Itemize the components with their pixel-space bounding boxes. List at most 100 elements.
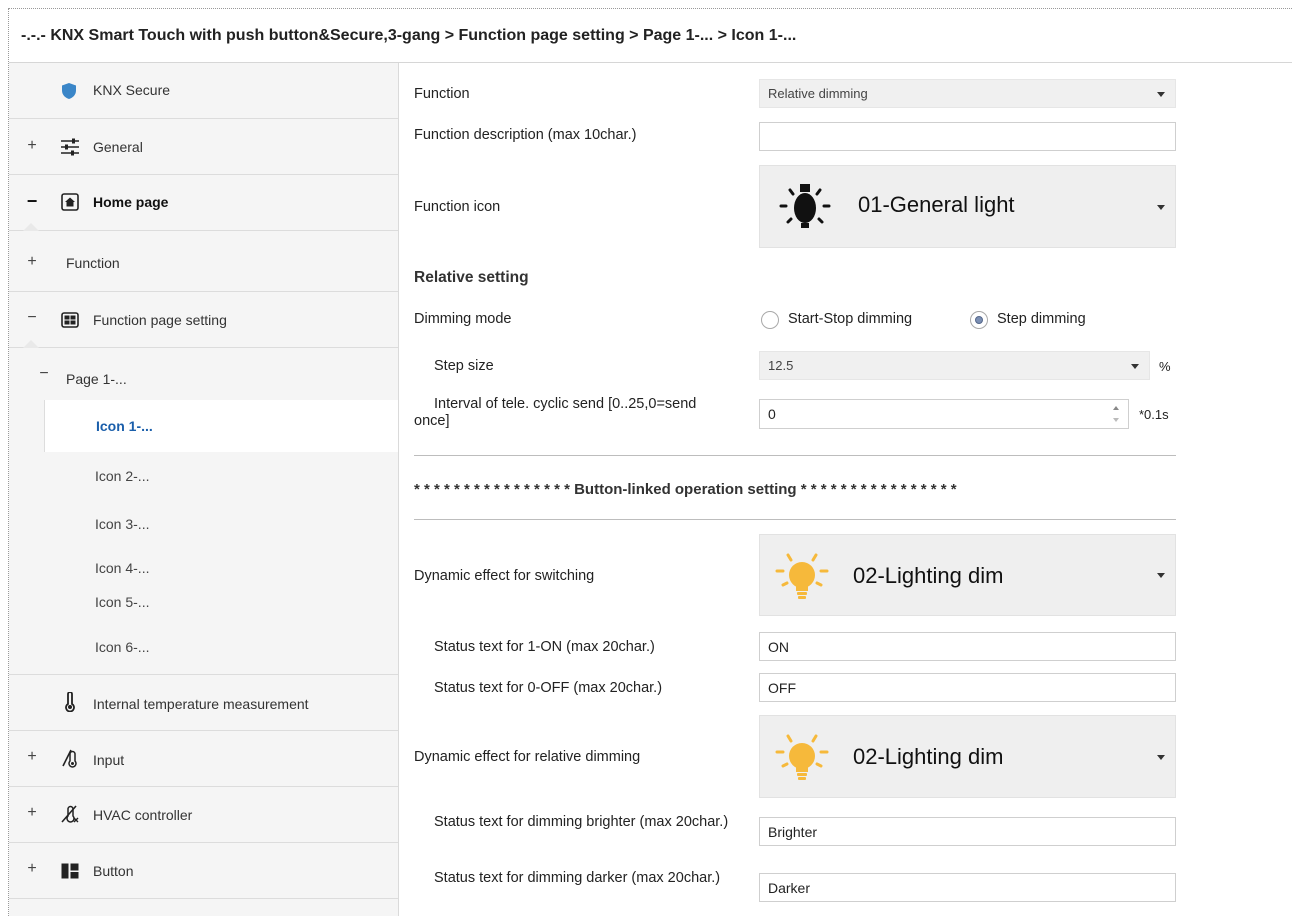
- sidebar-item-label: Home page: [93, 194, 169, 210]
- sidebar-item-label: Input: [93, 752, 125, 768]
- function-icon-dropdown[interactable]: 01-General light: [759, 165, 1176, 248]
- sidebar-item-label: General: [93, 139, 143, 155]
- sidebar-item-label: Icon 2-...: [95, 468, 150, 484]
- expand-toggle[interactable]: +: [25, 253, 39, 271]
- bulb-yellow-icon: [774, 730, 830, 787]
- status-on-label: Status text for 1-ON (max 20char.): [434, 639, 655, 655]
- interval-unit: *0.1s: [1139, 407, 1169, 422]
- collapse-toggle[interactable]: −: [25, 309, 39, 327]
- interval-value: 0: [768, 406, 776, 422]
- step-size-dropdown[interactable]: 12.5: [759, 351, 1150, 380]
- chevron-down-icon: [1157, 573, 1165, 578]
- bulb-yellow-icon: [774, 549, 830, 606]
- sidebar-item-knx-secure[interactable]: KNX Secure: [9, 63, 398, 119]
- chevron-down-icon: [1157, 204, 1165, 210]
- sidebar-item-home-page[interactable]: − Home page: [9, 175, 398, 231]
- status-off-value: OFF: [768, 679, 796, 696]
- sidebar-item-internal-temperature[interactable]: Internal temperature measurement: [9, 675, 398, 731]
- sidebar-item-function-page-setting[interactable]: − Function page setting: [9, 292, 398, 348]
- sidebar-item-icon-1[interactable]: Icon 1-...: [44, 400, 398, 452]
- sidebar-item-icon-6[interactable]: Icon 6-...: [9, 623, 398, 675]
- dynamic-dimming-dropdown[interactable]: 02-Lighting dim: [759, 715, 1176, 798]
- interval-spinbox[interactable]: 0: [759, 399, 1129, 429]
- status-on-input[interactable]: ON: [759, 632, 1176, 661]
- interval-label: Interval of tele. cyclic send [0..25,0=s…: [414, 396, 697, 429]
- sidebar-item-label: HVAC controller: [93, 807, 193, 823]
- start-stop-dimming-radio[interactable]: [761, 311, 779, 329]
- step-size-label: Step size: [434, 358, 494, 374]
- sidebar-item-label: Button: [93, 863, 134, 879]
- home-icon: [60, 192, 80, 212]
- sidebar-item-label: Icon 3-...: [95, 516, 150, 532]
- dynamic-switching-label: Dynamic effect for switching: [414, 568, 595, 584]
- step-dimming-radio[interactable]: [970, 311, 988, 329]
- expand-toggle[interactable]: +: [25, 860, 39, 878]
- sidebar-item-icon-2[interactable]: Icon 2-...: [9, 452, 398, 504]
- status-off-label: Status text for 0-OFF (max 20char.): [434, 680, 663, 696]
- sidebar-tree: KNX Secure + General − Home page + Funct…: [9, 63, 399, 916]
- dynamic-switching-dropdown[interactable]: 02-Lighting dim: [759, 534, 1176, 616]
- sidebar-item-label: Function: [66, 255, 120, 271]
- function-dropdown[interactable]: Relative dimming: [759, 79, 1176, 108]
- button-icon: [60, 861, 80, 881]
- sidebar-item-label: Function page setting: [93, 312, 227, 328]
- chevron-down-icon: [1157, 754, 1165, 760]
- shield-icon: [59, 81, 79, 101]
- status-brighter-value: Brighter: [768, 823, 818, 840]
- hvac-icon: [60, 804, 80, 824]
- expand-toggle[interactable]: +: [25, 748, 39, 766]
- tree-notch: [23, 223, 39, 231]
- step-size-unit: %: [1159, 359, 1171, 374]
- sidebar-item-icon-3[interactable]: Icon 3-...: [9, 504, 398, 552]
- sidebar-item-button[interactable]: + Button: [9, 843, 398, 899]
- status-off-input[interactable]: OFF: [759, 673, 1176, 702]
- chevron-down-icon: [1157, 91, 1165, 97]
- divider-top: [414, 455, 1176, 456]
- sidebar-item-label: Icon 4-...: [95, 560, 150, 576]
- sidebar-item-label: KNX Secure: [93, 82, 171, 98]
- start-stop-dimming-label: Start-Stop dimming: [788, 311, 913, 327]
- sidebar-item-label: Page 1-...: [66, 371, 127, 387]
- breadcrumb-text: -.-.- KNX Smart Touch with push button&S…: [21, 26, 797, 44]
- sidebar-item-general[interactable]: + General: [9, 119, 398, 175]
- function-description-input[interactable]: [759, 122, 1176, 151]
- parameter-panel: Function Relative dimming Function descr…: [400, 63, 1292, 916]
- sidebar-item-label: Icon 6-...: [95, 639, 150, 655]
- status-darker-input[interactable]: Darker: [759, 873, 1176, 902]
- chevron-down-icon: [1131, 363, 1139, 369]
- function-label: Function: [414, 86, 470, 102]
- tree-notch: [23, 340, 39, 348]
- input-icon: [60, 748, 80, 768]
- sidebar-item-hvac-controller[interactable]: + HVAC controller: [9, 787, 398, 843]
- sidebar-item-label: Icon 5-...: [95, 594, 150, 610]
- collapse-toggle[interactable]: −: [25, 191, 39, 212]
- function-icon-value: 01-General light: [858, 192, 1015, 217]
- status-on-value: ON: [768, 638, 789, 655]
- button-linked-section-title: * * * * * * * * * * * * * * * * Button-l…: [414, 481, 957, 498]
- sidebar-item-input[interactable]: + Input: [9, 731, 398, 787]
- bulb-black-icon: [778, 182, 832, 235]
- breadcrumb: -.-.- KNX Smart Touch with push button&S…: [9, 9, 1292, 63]
- expand-toggle[interactable]: +: [25, 804, 39, 822]
- function-icon-label: Function icon: [414, 199, 501, 215]
- relative-setting-heading: Relative setting: [414, 269, 529, 286]
- expand-toggle[interactable]: +: [25, 137, 39, 155]
- function-description-label: Function description (max 10char.): [414, 127, 637, 143]
- divider-bottom: [414, 519, 1176, 520]
- sidebar-item-label: Internal temperature measurement: [93, 696, 309, 712]
- dimming-mode-label: Dimming mode: [414, 311, 512, 327]
- dynamic-switching-value: 02-Lighting dim: [853, 563, 1004, 588]
- status-darker-value: Darker: [768, 879, 811, 896]
- status-brighter-label: Status text for dimming brighter (max 20…: [434, 814, 729, 830]
- spinner-arrows-icon[interactable]: [1112, 403, 1122, 425]
- dynamic-dimming-value: 02-Lighting dim: [853, 744, 1004, 769]
- status-brighter-input[interactable]: Brighter: [759, 817, 1176, 846]
- sidebar-item-function[interactable]: + Function: [9, 231, 398, 292]
- sidebar-item-label: Icon 1-...: [96, 418, 153, 434]
- sidebar-item-page-1[interactable]: − Page 1-...: [9, 348, 398, 404]
- thermometer-icon: [60, 692, 80, 712]
- sliders-icon: [60, 137, 80, 157]
- grid-icon: [60, 310, 80, 330]
- collapse-toggle[interactable]: −: [37, 365, 51, 383]
- step-dimming-label: Step dimming: [997, 311, 1086, 327]
